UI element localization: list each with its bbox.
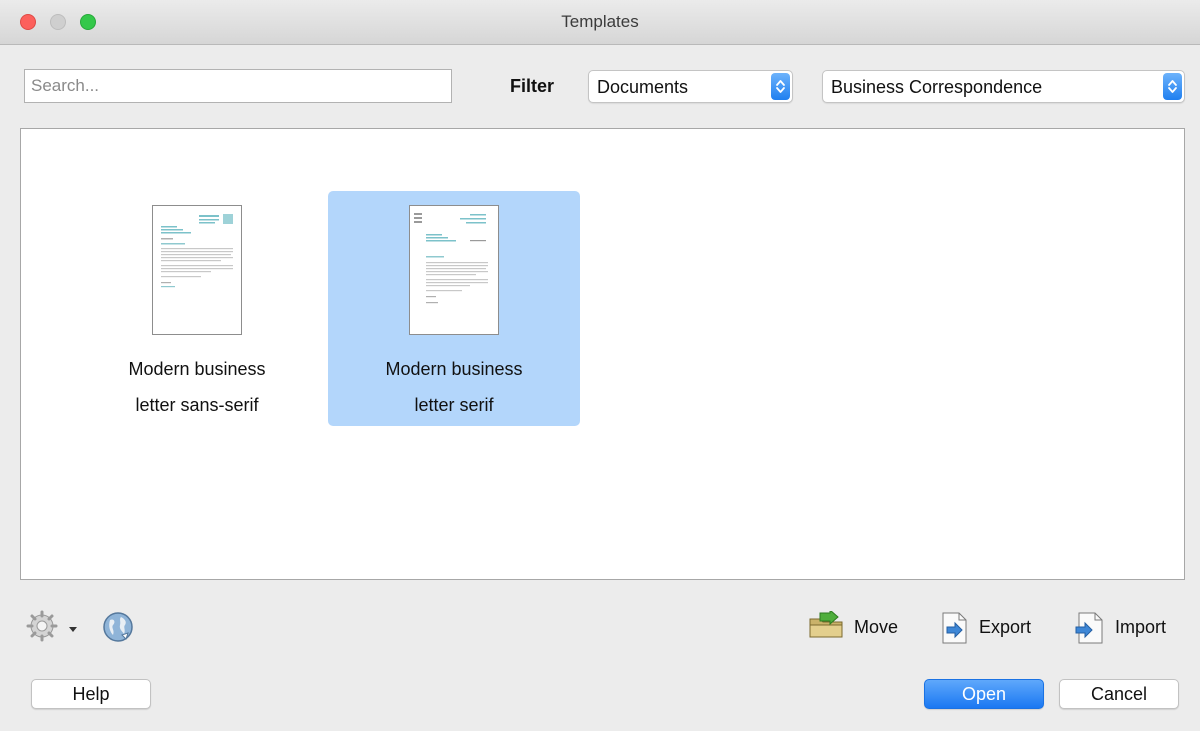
category-value: Business Correspondence <box>831 77 1043 97</box>
template-thumbnail <box>152 205 242 335</box>
cancel-button[interactable]: Cancel <box>1059 679 1179 709</box>
import-icon <box>1073 611 1107 650</box>
move-button[interactable]: Move <box>808 608 908 646</box>
export-button[interactable]: Export <box>937 611 1047 645</box>
select-arrows-icon <box>771 73 790 100</box>
template-label: Modern business letter serif <box>385 359 523 415</box>
import-button[interactable]: Import <box>1073 611 1183 645</box>
help-button[interactable]: Help <box>31 679 151 709</box>
filter-label: Filter <box>510 76 555 96</box>
search-input[interactable] <box>24 69 452 103</box>
export-icon <box>937 611 971 650</box>
export-label: Export <box>979 617 1032 637</box>
category-select[interactable]: Business Correspondence <box>822 70 1185 103</box>
move-folder-icon <box>808 608 846 646</box>
template-label: Modern business letter sans-serif <box>128 359 266 415</box>
chevron-down-icon[interactable] <box>69 620 77 638</box>
template-view[interactable]: Modern business letter sans-serif Modern… <box>20 128 1185 580</box>
document-type-value: Documents <box>597 77 689 97</box>
move-label: Move <box>854 617 899 637</box>
document-type-select[interactable]: Documents <box>588 70 793 103</box>
open-button[interactable]: Open <box>924 679 1044 709</box>
globe-icon[interactable] <box>101 610 135 649</box>
gear-icon[interactable] <box>25 609 59 648</box>
window-title: Templates <box>561 12 639 31</box>
import-label: Import <box>1115 617 1167 637</box>
template-item-sans-serif[interactable]: Modern business letter sans-serif <box>71 191 323 426</box>
select-arrows-icon <box>1163 73 1182 100</box>
template-item-serif[interactable]: Modern business letter serif <box>328 191 580 426</box>
title-bar[interactable]: Templates <box>0 0 1200 45</box>
template-thumbnail <box>409 205 499 335</box>
templates-dialog: Templates Filter Documents Business Corr… <box>0 0 1200 731</box>
